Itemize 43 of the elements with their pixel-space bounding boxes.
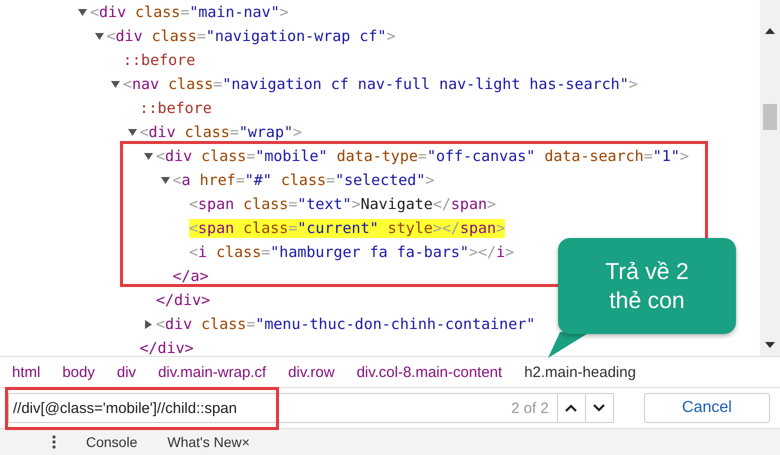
expanded-arrow-icon[interactable]	[94, 32, 104, 40]
expanded-arrow-icon[interactable]	[160, 176, 170, 184]
collapsed-arrow-icon[interactable]	[144, 320, 153, 328]
expanded-arrow-icon[interactable]	[111, 80, 120, 88]
scroll-up-icon[interactable]	[765, 28, 775, 34]
drawer-tab[interactable]: Console	[86, 434, 138, 450]
scrollbar-thumb[interactable]	[763, 104, 777, 130]
expanded-arrow-icon[interactable]	[144, 152, 153, 160]
closing-tag-line: </div>	[156, 290, 210, 310]
dom-node-line[interactable]: <i class="hamburger fa fa-bars"></i>	[189, 242, 514, 262]
chevron-up-icon	[565, 404, 578, 412]
dom-node-line[interactable]: ::before	[140, 98, 212, 118]
dom-node-line[interactable]: <div class="wrap">	[140, 122, 302, 142]
callout-text: Trả về 2 thẻ con	[604, 257, 690, 315]
breadcrumb-item[interactable]: div.row	[288, 364, 335, 380]
next-match-button[interactable]	[586, 393, 614, 423]
drawer-tab[interactable]: What's New×	[167, 434, 250, 450]
cancel-button[interactable]: Cancel	[644, 393, 770, 423]
dom-node-line[interactable]: ::before	[123, 50, 196, 70]
dom-node-line[interactable]: <div class="menu-thuc-don-chinh-container"	[156, 314, 536, 334]
closing-tag-line: </a>	[172, 266, 209, 286]
breadcrumb-item[interactable]: html	[12, 364, 40, 380]
breadcrumb-item[interactable]: body	[62, 364, 95, 380]
more-options-icon[interactable]	[52, 435, 56, 449]
search-field[interactable]: //div[@class='mobile']//child::span 2 of 2	[8, 393, 558, 423]
dom-node-line[interactable]: <div class="main-nav">	[90, 2, 289, 22]
expanded-arrow-icon[interactable]	[78, 8, 87, 16]
previous-match-button[interactable]	[558, 393, 586, 423]
breadcrumb-item[interactable]: div.col-8.main-content	[356, 364, 502, 380]
dom-node-line[interactable]: <a href="#" class="selected">	[172, 170, 434, 190]
breadcrumb-item[interactable]: div	[116, 364, 136, 380]
expanded-arrow-icon[interactable]	[128, 128, 136, 136]
scroll-down-icon[interactable]	[765, 342, 775, 348]
breadcrumb-item[interactable]: div.main-wrap.cf	[158, 364, 266, 380]
breadcrumb-item[interactable]: h2.main-heading	[524, 364, 636, 380]
dom-node-line[interactable]: <div class="navigation-wrap cf">	[106, 26, 396, 46]
closing-tag-line: </div>	[140, 338, 194, 358]
match-count: 2 of 2	[511, 400, 549, 416]
dom-node-line[interactable]: <div class="mobile" data-type="off-canvas" data-search="1">	[156, 146, 689, 166]
dom-node-line[interactable]: <nav class="navigation cf nav-full nav-light has-search">	[123, 74, 638, 94]
chevron-down-icon	[593, 404, 606, 412]
dom-node-line[interactable]: <span class="text">Navigate</span>	[189, 194, 496, 214]
scrollbar[interactable]	[760, 0, 780, 356]
